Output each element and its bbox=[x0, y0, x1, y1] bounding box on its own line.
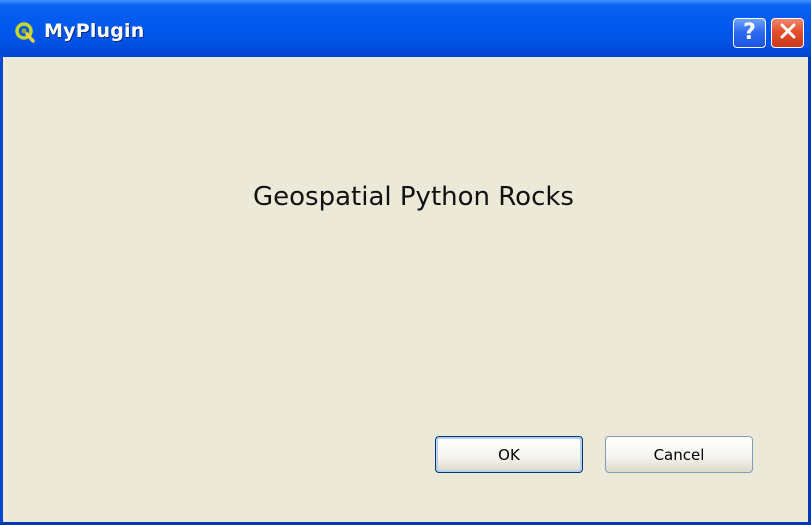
qgis-icon bbox=[14, 21, 36, 43]
close-icon bbox=[778, 21, 798, 46]
window-title: MyPlugin bbox=[44, 20, 145, 42]
ok-button[interactable]: OK bbox=[435, 436, 583, 473]
headline-label: Geospatial Python Rocks bbox=[253, 182, 574, 212]
cancel-button[interactable]: Cancel bbox=[605, 436, 753, 473]
close-button[interactable] bbox=[771, 18, 804, 48]
cancel-button-label: Cancel bbox=[653, 445, 705, 464]
help-button[interactable]: ? bbox=[733, 18, 766, 48]
title-bar[interactable]: MyPlugin ? bbox=[0, 0, 811, 57]
dialog-window: MyPlugin ? Geospatial Python Rocks OK Ca… bbox=[0, 0, 811, 525]
help-icon: ? bbox=[743, 20, 756, 45]
ok-button-label: OK bbox=[498, 445, 520, 464]
